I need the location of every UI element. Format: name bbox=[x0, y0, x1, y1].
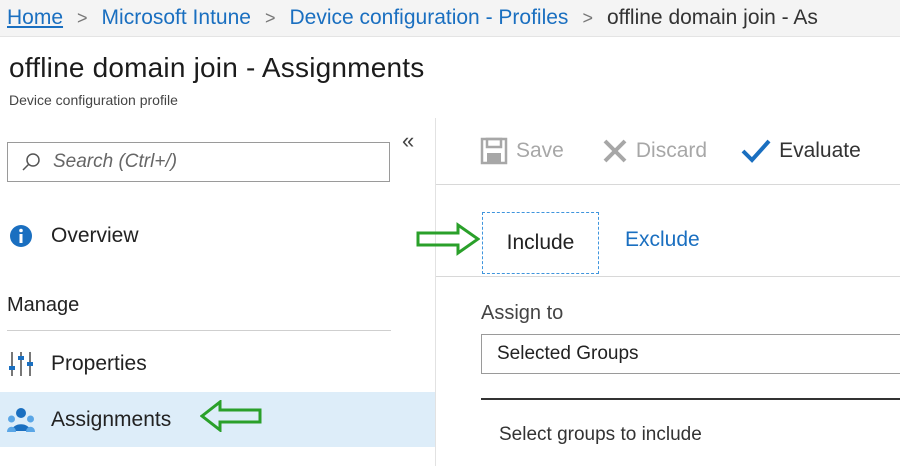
nav-label-assignments: Assignments bbox=[51, 407, 172, 431]
nav-item-overview[interactable]: Overview bbox=[0, 208, 435, 263]
evaluate-label: Evaluate bbox=[779, 139, 861, 162]
command-toolbar: Save Discard Evaluate bbox=[436, 118, 900, 185]
checkmark-icon bbox=[741, 139, 771, 163]
green-arrow-icon bbox=[416, 222, 480, 256]
close-x-icon bbox=[603, 139, 627, 163]
divider bbox=[481, 398, 900, 400]
chevron-right-icon: > bbox=[264, 7, 276, 28]
tab-exclude[interactable]: Exclude bbox=[625, 228, 700, 252]
tab-include[interactable]: Include bbox=[482, 212, 599, 274]
divider bbox=[7, 330, 391, 331]
nav-label-properties: Properties bbox=[51, 351, 147, 375]
search-box[interactable] bbox=[7, 142, 390, 182]
info-icon bbox=[7, 222, 35, 250]
evaluate-button[interactable]: Evaluate bbox=[741, 138, 861, 164]
select-groups-link[interactable]: Select groups to include bbox=[499, 424, 702, 446]
save-button[interactable]: Save bbox=[480, 137, 564, 165]
page-title: offline domain join - Assignments bbox=[9, 52, 425, 83]
breadcrumb-current: offline domain join - As bbox=[606, 6, 818, 29]
collapse-icon[interactable]: « bbox=[402, 128, 414, 154]
nav-item-properties[interactable]: Properties bbox=[0, 336, 435, 391]
manage-section-heading: Manage bbox=[7, 294, 80, 316]
discard-label: Discard bbox=[635, 139, 708, 162]
breadcrumb-profiles-link[interactable]: Device configuration - Profiles bbox=[289, 6, 568, 30]
assign-to-dropdown[interactable]: Selected Groups bbox=[481, 334, 900, 374]
search-input[interactable] bbox=[51, 150, 355, 174]
breadcrumb-home-link[interactable]: Home bbox=[7, 6, 63, 30]
save-icon bbox=[480, 137, 508, 165]
breadcrumb-intune-link[interactable]: Microsoft Intune bbox=[102, 6, 251, 30]
chevron-right-icon: > bbox=[582, 7, 593, 28]
properties-sliders-icon bbox=[7, 350, 35, 378]
users-assignment-icon bbox=[7, 406, 35, 434]
include-exclude-tabs: Include Exclude bbox=[436, 184, 900, 277]
assign-to-label: Assign to bbox=[481, 302, 564, 324]
assign-to-value: Selected Groups bbox=[497, 343, 639, 364]
discard-button[interactable]: Discard bbox=[602, 138, 707, 164]
save-label: Save bbox=[516, 139, 564, 162]
green-arrow-icon bbox=[200, 400, 262, 432]
nav-label-overview: Overview bbox=[51, 223, 139, 247]
breadcrumb: Home > Microsoft Intune > Device configu… bbox=[0, 0, 900, 37]
chevron-right-icon: > bbox=[77, 7, 88, 28]
search-icon bbox=[22, 153, 40, 171]
page-subtitle: Device configuration profile bbox=[9, 92, 178, 108]
